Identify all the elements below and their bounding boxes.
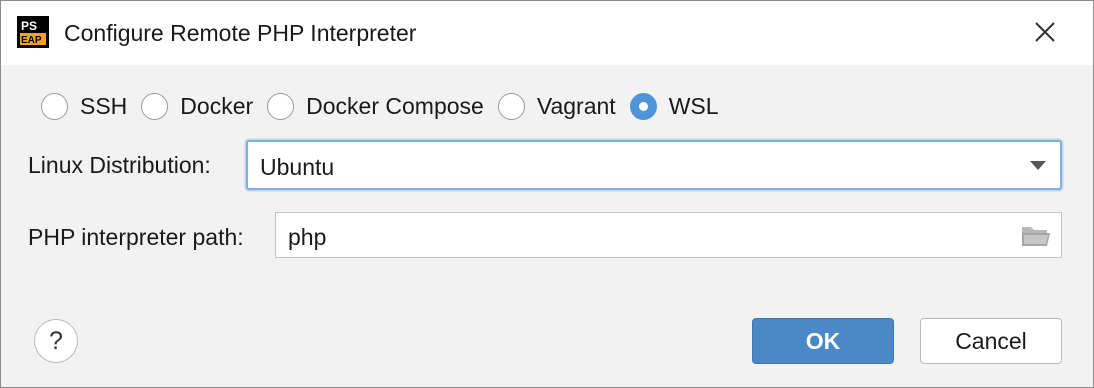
- dialog-title: Configure Remote PHP Interpreter: [64, 20, 417, 46]
- radio-label-ssh: SSH: [80, 92, 128, 119]
- radio-label-docker-compose: Docker Compose: [306, 92, 484, 119]
- radio-label-wsl: WSL: [668, 92, 719, 119]
- radio-button-docker[interactable]: [141, 92, 169, 120]
- radio-option-wsl[interactable]: WSL: [629, 92, 719, 120]
- linux-distribution-value: Ubuntu: [260, 154, 335, 180]
- linux-distribution-dropdown[interactable]: Ubuntu: [246, 140, 1062, 190]
- php-interpreter-path-input[interactable]: php: [275, 212, 1062, 258]
- radio-button-docker-compose[interactable]: [267, 92, 295, 120]
- cancel-button[interactable]: Cancel: [920, 318, 1062, 364]
- help-button[interactable]: ?: [34, 319, 78, 363]
- radio-label-docker: Docker: [180, 92, 254, 119]
- radio-button-wsl[interactable]: [629, 92, 657, 120]
- php-interpreter-path-value: php: [288, 224, 327, 250]
- svg-text:EAP: EAP: [21, 35, 42, 46]
- radio-option-docker-compose[interactable]: Docker Compose: [267, 92, 484, 120]
- chevron-down-icon[interactable]: [1030, 161, 1046, 170]
- svg-text:PS: PS: [21, 19, 37, 33]
- php-interpreter-path-label: PHP interpreter path:: [28, 224, 244, 250]
- radio-button-ssh[interactable]: [41, 92, 68, 120]
- configure-remote-php-interpreter-dialog: PS EAP Configure Remote PHP Interpreter …: [0, 0, 1094, 388]
- radio-label-vagrant: Vagrant: [536, 92, 616, 119]
- folder-open-icon[interactable]: [1021, 224, 1051, 248]
- radio-button-vagrant[interactable]: [497, 92, 525, 120]
- linux-distribution-label: Linux Distribution:: [28, 152, 211, 178]
- ok-button[interactable]: OK: [752, 318, 894, 364]
- radio-option-vagrant[interactable]: Vagrant: [497, 92, 616, 120]
- close-icon[interactable]: [1027, 14, 1063, 50]
- radio-option-docker[interactable]: Docker: [141, 92, 254, 120]
- phpstorm-eap-logo-icon: PS EAP: [17, 16, 49, 48]
- title-bar: PS EAP Configure Remote PHP Interpreter: [1, 1, 1093, 65]
- radio-option-ssh[interactable]: SSH: [41, 92, 128, 120]
- connection-type-radio-group: SSH Docker Docker Compose Vagrant WSL: [41, 89, 733, 123]
